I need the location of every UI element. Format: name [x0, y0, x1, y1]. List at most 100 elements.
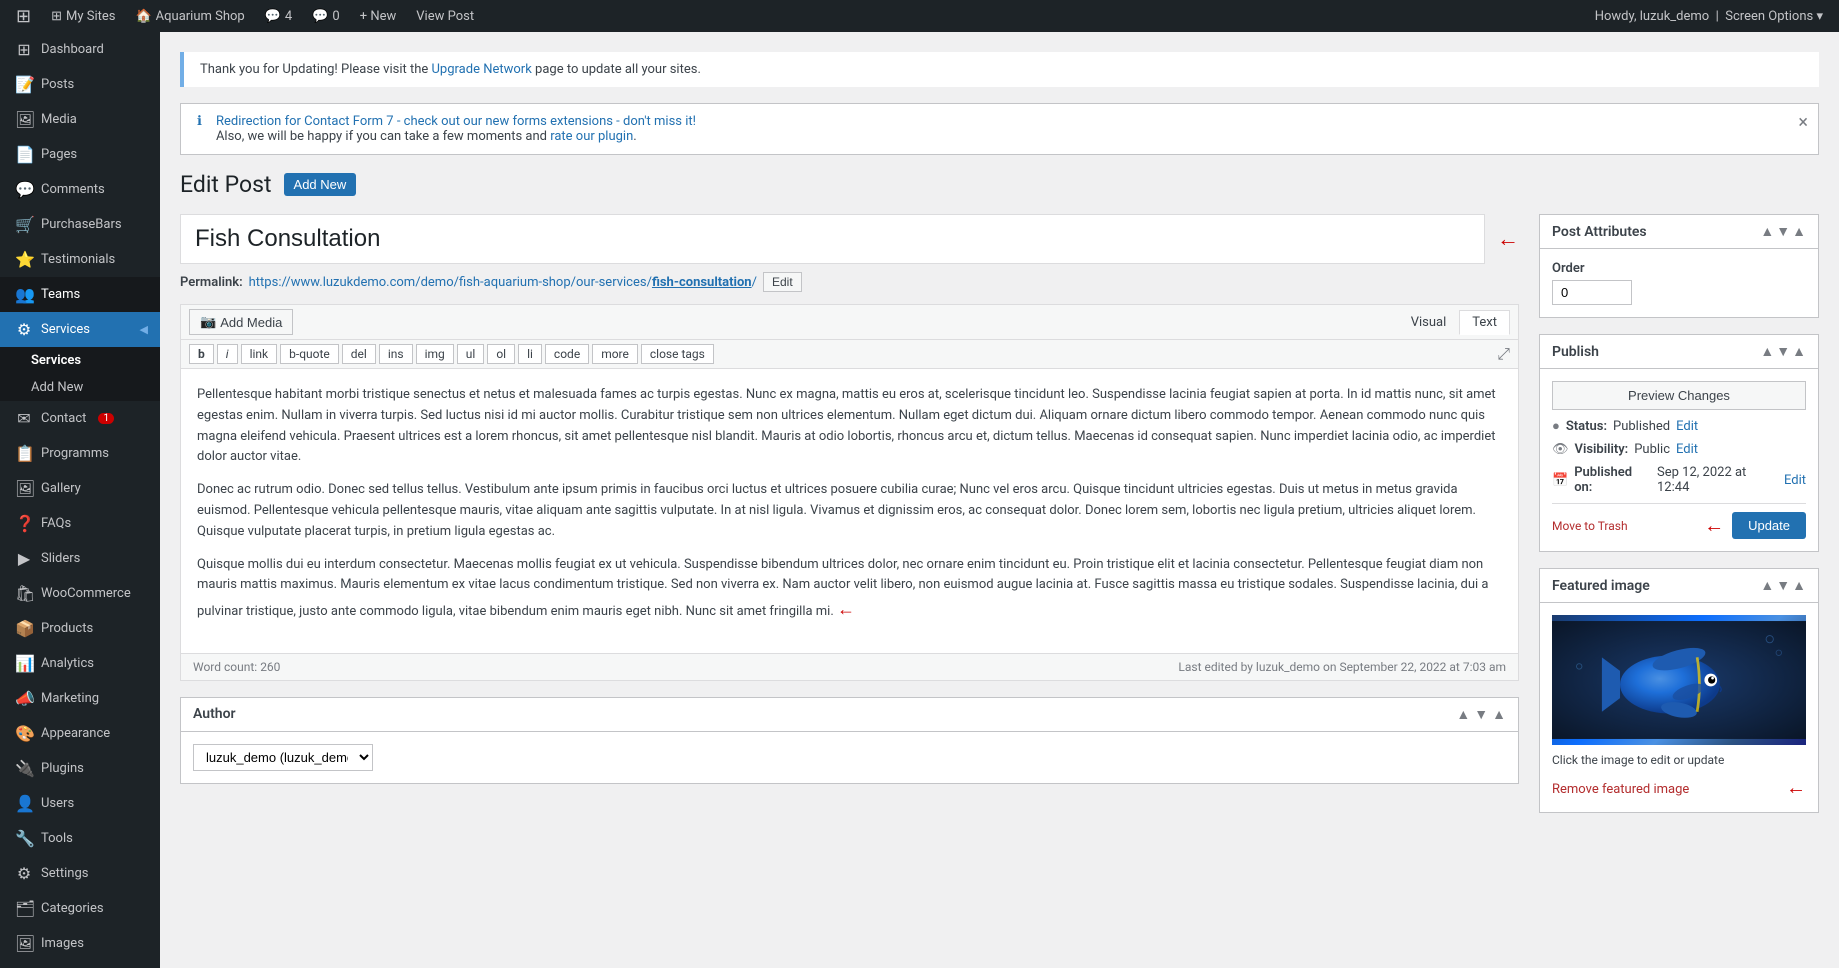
submenu-item-add-new[interactable]: Add New	[0, 374, 160, 401]
author-meta-box-content: luzuk_demo (luzuk_demo)	[181, 732, 1518, 783]
sidebar-item-settings[interactable]: ⚙ Settings	[0, 856, 160, 891]
toggle-close-icon[interactable]: ▲	[1492, 706, 1506, 723]
content-arrow: ←	[837, 599, 855, 620]
fi-toggle-down[interactable]: ▼	[1776, 577, 1790, 594]
featured-image-header[interactable]: Featured image ▲ ▼ ▲	[1540, 569, 1818, 603]
screen-options-button[interactable]: Screen Options	[1725, 9, 1813, 24]
toggle-down-icon[interactable]: ▼	[1474, 706, 1488, 723]
upgrade-network-link[interactable]: Upgrade Network	[432, 62, 532, 77]
fullscreen-button[interactable]: ⤢	[1497, 344, 1510, 364]
submenu-item-services[interactable]: Services	[0, 347, 160, 374]
order-input[interactable]	[1552, 280, 1632, 305]
sidebar-item-pages[interactable]: 📄 Pages	[0, 137, 160, 172]
featured-image-preview[interactable]	[1552, 615, 1806, 745]
plugin-notice-close[interactable]: ×	[1798, 112, 1808, 133]
pub-toggle-up[interactable]: ▲	[1760, 343, 1774, 360]
add-media-button[interactable]: 📷 Add Media	[189, 309, 293, 335]
btn-img[interactable]: img	[416, 344, 454, 364]
sidebar-item-analytics[interactable]: 📊 Analytics	[0, 646, 160, 681]
my-sites-button[interactable]: ⊞ My Sites	[43, 0, 123, 32]
publish-box-content: Preview Changes ● Status: Published Edit…	[1540, 369, 1818, 551]
btn-del[interactable]: del	[342, 344, 376, 364]
sidebar-item-services[interactable]: ⚙ Services ◀	[0, 312, 160, 347]
plugin-notice-link[interactable]: Redirection for Contact Form 7 - check o…	[216, 114, 696, 129]
author-select[interactable]: luzuk_demo (luzuk_demo)	[193, 744, 373, 771]
sidebar-item-posts[interactable]: 📝 Posts	[0, 67, 160, 102]
sidebar-item-comments[interactable]: 💬 Comments	[0, 172, 160, 207]
sidebar-item-teams[interactable]: 👥 Teams	[0, 277, 160, 312]
btn-code[interactable]: code	[545, 344, 589, 364]
btn-ins[interactable]: ins	[379, 344, 413, 364]
btn-close-tags[interactable]: close tags	[641, 344, 714, 364]
tools-icon: 🔧	[15, 829, 33, 848]
permalink-url[interactable]: https://www.luzukdemo.com/demo/fish-aqua…	[249, 275, 757, 290]
tab-visual[interactable]: Visual	[1398, 310, 1460, 335]
view-post-button[interactable]: View Post	[408, 0, 482, 32]
sidebar-item-woocommerce[interactable]: 🛍 WooCommerce	[0, 576, 160, 611]
marketing-icon: 📣	[15, 689, 33, 708]
sidebar-item-products[interactable]: 📦 Products	[0, 611, 160, 646]
sidebar-item-media[interactable]: 🖼 Media	[0, 102, 160, 137]
edit-slug-button[interactable]: Edit	[763, 272, 802, 292]
visibility-edit-link[interactable]: Edit	[1676, 442, 1698, 457]
sidebar-item-programms[interactable]: 📋 Programms	[0, 436, 160, 471]
sidebar-item-appearance[interactable]: 🎨 Appearance	[0, 716, 160, 751]
wp-logo-button[interactable]: ⊞	[8, 0, 39, 32]
sidebar-item-purchasebars[interactable]: 🛒 PurchaseBars	[0, 207, 160, 242]
post-attributes-header[interactable]: Post Attributes ▲ ▼ ▲	[1540, 215, 1818, 249]
btn-bquote[interactable]: b-quote	[280, 344, 339, 364]
post-title-input[interactable]	[180, 214, 1485, 264]
sidebar-item-gallery[interactable]: 🖼 Gallery	[0, 471, 160, 506]
plugin-notice-line1: Redirection for Contact Form 7 - check o…	[216, 114, 696, 129]
my-sites-icon: ⊞	[51, 9, 62, 24]
preview-changes-button[interactable]: Preview Changes	[1552, 381, 1806, 410]
publish-box-header[interactable]: Publish ▲ ▼ ▲	[1540, 335, 1818, 369]
new-button[interactable]: + New	[352, 0, 405, 32]
add-new-button[interactable]: Add New	[284, 173, 357, 196]
sidebar-item-plugins[interactable]: 🔌 Plugins	[0, 751, 160, 786]
btn-more[interactable]: more	[592, 344, 638, 364]
sidebar-item-users[interactable]: 👤 Users	[0, 786, 160, 821]
pa-toggle-up[interactable]: ▲	[1760, 223, 1774, 240]
editor-content[interactable]: Pellentesque habitant morbi tristique se…	[181, 369, 1518, 653]
btn-ul[interactable]: ul	[457, 344, 485, 364]
sidebar-item-tools[interactable]: 🔧 Tools	[0, 821, 160, 856]
sidebar-item-marketing[interactable]: 📣 Marketing	[0, 681, 160, 716]
sidebar-item-sliders[interactable]: ▶ Sliders	[0, 541, 160, 576]
sidebar-item-label: Images	[41, 936, 84, 951]
rate-plugin-link[interactable]: rate our plugin	[550, 129, 633, 144]
fi-toggle-up[interactable]: ▲	[1760, 577, 1774, 594]
author-meta-box: Author ▲ ▼ ▲ luzuk_demo (luzuk_demo)	[180, 697, 1519, 784]
publish-box: Publish ▲ ▼ ▲ Preview Changes ● Status: …	[1539, 334, 1819, 552]
btn-italic[interactable]: i	[217, 344, 238, 364]
comments-button[interactable]: 💬 4	[257, 0, 301, 32]
published-edit-link[interactable]: Edit	[1784, 473, 1806, 488]
pa-toggle-down[interactable]: ▼	[1776, 223, 1790, 240]
btn-link[interactable]: link	[241, 344, 278, 364]
sidebar-item-contact[interactable]: ✉ Contact 1	[0, 401, 160, 436]
btn-li[interactable]: li	[518, 344, 542, 364]
pub-toggle-down[interactable]: ▼	[1776, 343, 1790, 360]
pub-close[interactable]: ▲	[1792, 343, 1806, 360]
sidebar-item-dashboard[interactable]: ⊞ Dashboard	[0, 32, 160, 67]
calendar-icon: 📅	[1552, 473, 1568, 488]
fi-close[interactable]: ▲	[1792, 577, 1806, 594]
btn-ol[interactable]: ol	[487, 344, 515, 364]
sidebar-item-testimonials[interactable]: ⭐ Testimonials	[0, 242, 160, 277]
sidebar-item-categories[interactable]: 🗂 Categories	[0, 891, 160, 926]
site-name-button[interactable]: 🏠 Aquarium Shop	[127, 0, 252, 32]
btn-bold[interactable]: b	[189, 344, 214, 364]
comment-pending-button[interactable]: 💬 0	[304, 0, 348, 32]
remove-featured-image-link[interactable]: Remove featured image	[1552, 782, 1689, 797]
status-edit-link[interactable]: Edit	[1676, 419, 1698, 434]
permalink-label: Permalink:	[180, 275, 243, 290]
pa-close[interactable]: ▲	[1792, 223, 1806, 240]
tab-text[interactable]: Text	[1459, 310, 1510, 335]
sidebar-item-faqs[interactable]: ❓ FAQs	[0, 506, 160, 541]
toggle-up-icon[interactable]: ▲	[1456, 706, 1470, 723]
author-meta-box-header[interactable]: Author ▲ ▼ ▲	[181, 698, 1518, 732]
sidebar-item-images[interactable]: 🖼 Images	[0, 926, 160, 961]
update-button[interactable]: Update	[1732, 512, 1806, 539]
sidebar-item-label: Media	[41, 112, 77, 127]
move-to-trash-link[interactable]: Move to Trash	[1552, 519, 1628, 533]
